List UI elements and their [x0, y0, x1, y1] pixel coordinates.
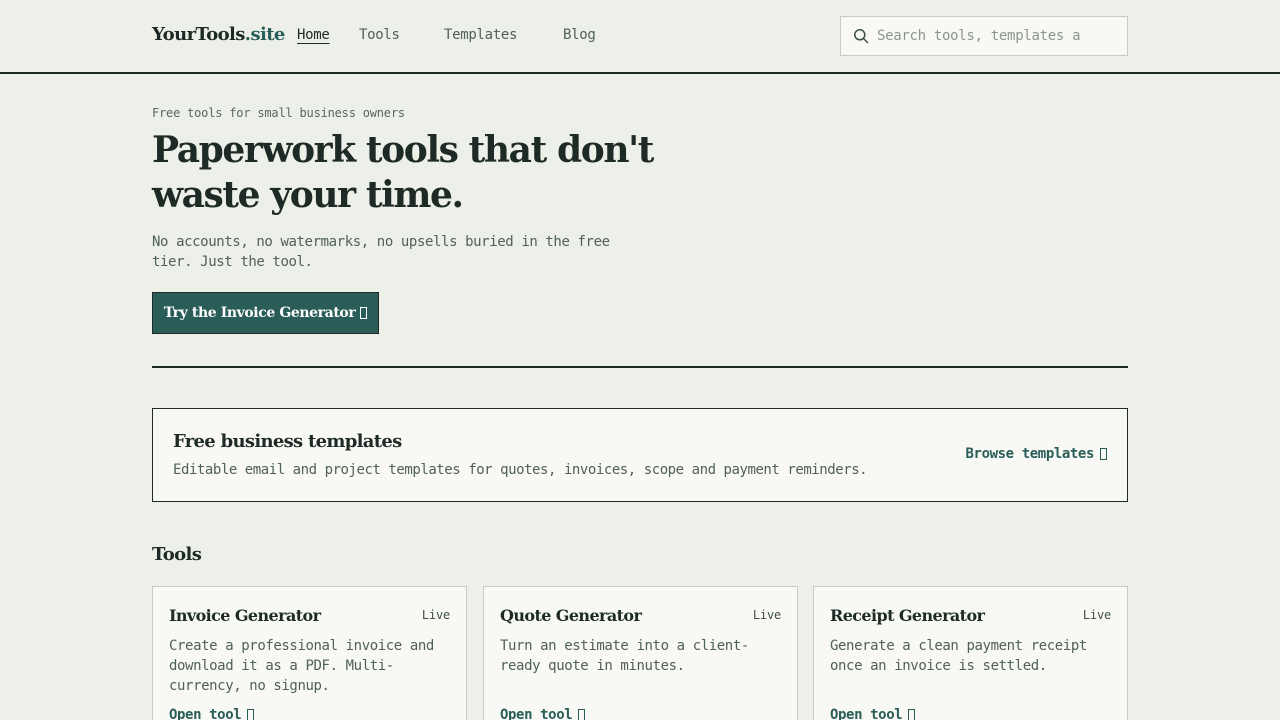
open-tool-label: Open tool — [830, 707, 903, 720]
tool-card-invoice: Invoice Generator Live Create a professi… — [152, 586, 467, 720]
tool-card-description: Turn an estimate into a client-ready quo… — [500, 638, 749, 674]
arrow-icon — [247, 709, 255, 720]
open-tool-link[interactable]: Open tool — [830, 707, 916, 720]
hero-subtitle: No accounts, no watermarks, no upsells b… — [152, 234, 610, 270]
open-tool-link[interactable]: Open tool — [500, 707, 586, 720]
nav-blog[interactable]: Blog — [563, 27, 596, 43]
site-logo[interactable]: YourTools.site — [152, 24, 285, 45]
templates-banner-description: Editable email and project templates for… — [173, 462, 868, 478]
arrow-icon — [578, 709, 586, 720]
search-icon — [854, 29, 869, 44]
open-tool-label: Open tool — [500, 707, 573, 720]
tools-section-title: Tools — [152, 544, 202, 565]
browse-templates-link[interactable]: Browse templates — [966, 446, 1107, 462]
open-tool-label: Open tool — [169, 707, 242, 720]
templates-banner: Free business templates Editable email a… — [152, 408, 1128, 502]
logo-main: YourTools — [152, 24, 245, 45]
nav-templates[interactable]: Templates — [444, 27, 517, 43]
tool-card-title: Invoice Generator — [169, 606, 321, 625]
tool-card-quote: Quote Generator Live Turn an estimate in… — [483, 586, 798, 720]
hero-title: Paperwork tools that don't waste your ti… — [152, 129, 654, 216]
section-divider — [152, 366, 1128, 368]
open-tool-link[interactable]: Open tool — [169, 707, 255, 720]
cta-label: Try the Invoice Generator — [163, 305, 356, 321]
arrow-icon — [908, 709, 916, 720]
templates-banner-title: Free business templates — [173, 431, 402, 452]
browse-templates-label: Browse templates — [965, 446, 1095, 462]
nav-home[interactable]: Home — [297, 27, 330, 43]
nav-tools[interactable]: Tools — [359, 27, 400, 43]
search-box — [840, 16, 1128, 56]
site-header: YourTools.site Home Tools Templates Blog — [0, 0, 1280, 74]
search-input[interactable] — [877, 25, 1117, 47]
tool-card-receipt: Receipt Generator Live Generate a clean … — [813, 586, 1128, 720]
try-invoice-generator-button[interactable]: Try the Invoice Generator — [152, 292, 379, 334]
status-badge: Live — [1082, 608, 1111, 622]
tool-card-title: Receipt Generator — [830, 606, 985, 625]
tool-card-description: Create a professional invoice and downlo… — [169, 638, 434, 694]
tool-card-title: Quote Generator — [500, 606, 642, 625]
logo-suffix: .site — [244, 24, 286, 45]
tool-card-description: Generate a clean payment receipt once an… — [830, 638, 1087, 674]
hero-eyebrow: Free tools for small business owners — [152, 106, 405, 120]
status-badge: Live — [421, 608, 450, 622]
arrow-icon — [360, 307, 368, 319]
arrow-icon — [1100, 448, 1107, 460]
status-badge: Live — [752, 608, 781, 622]
